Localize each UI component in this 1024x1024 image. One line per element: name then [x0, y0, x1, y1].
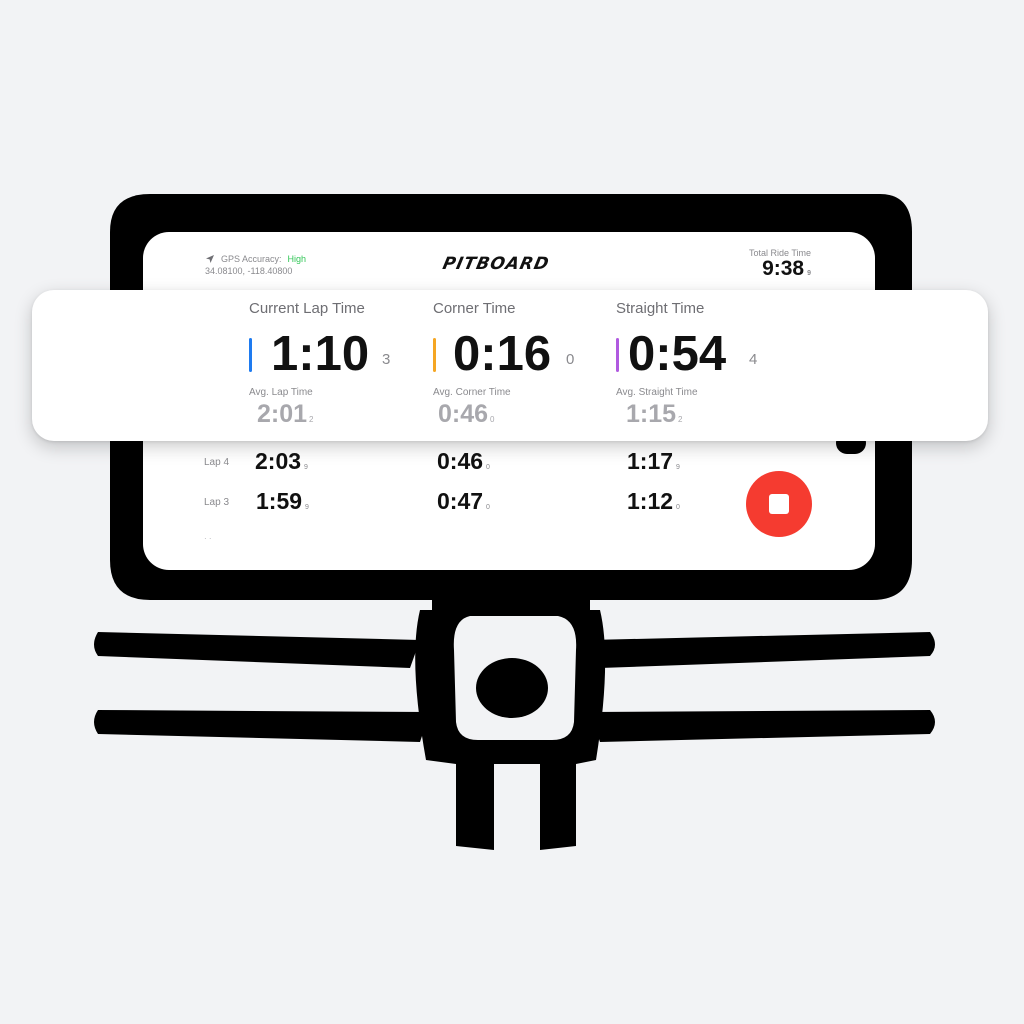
metric-value: 0:16: [453, 327, 552, 381]
upper-handlebar: [94, 632, 420, 668]
straight-time: 1:12 0: [627, 488, 680, 514]
lap-accent-bar: [249, 338, 252, 372]
avg-value: 1:15 2: [626, 400, 683, 428]
corner-accent-bar: [433, 338, 436, 372]
gps-accuracy-label: GPS Accuracy:: [221, 254, 282, 264]
avg-value: 2:01 2: [257, 400, 314, 428]
metric-title: Current Lap Time: [249, 300, 365, 317]
metric-value: 1:10: [271, 327, 370, 381]
gps-accuracy-value: High: [287, 254, 307, 264]
stop-icon: [769, 494, 789, 514]
more-laps-indicator: · ·: [204, 534, 212, 543]
metric-count: 3: [382, 351, 391, 368]
avg-label: Avg. Corner Time: [433, 387, 511, 398]
avg-label: Avg. Straight Time: [616, 387, 698, 398]
current-lap-metric: Current Lap Time 1:10 3 Avg. Lap Time 2:…: [249, 300, 429, 429]
metric-count: 4: [749, 351, 758, 368]
lap-time: 1:59 9: [256, 488, 309, 514]
gps-coordinates: 34.08100, -118.40800: [205, 266, 293, 276]
avg-value: 0:46 0: [438, 400, 495, 428]
current-lap-card: Current Lap Time 1:10 3 Avg. Lap Time 2:…: [32, 290, 988, 441]
pitboard-logo: PITBOARD: [440, 254, 552, 274]
metric-title: Corner Time: [433, 300, 516, 317]
lap-time: 2:03 9: [255, 448, 308, 474]
straight-time: 1:17 9: [627, 448, 680, 474]
metric-title: Straight Time: [616, 300, 705, 317]
straight-time-metric: Straight Time 0:54 4 Avg. Straight Time …: [616, 300, 796, 429]
avg-label: Avg. Lap Time: [249, 387, 313, 398]
bolt: [476, 658, 548, 718]
corner-time: 0:46 0: [437, 448, 490, 474]
lap-label: Lap 4: [204, 457, 230, 468]
total-ride-time: Total Ride Time 9:38 9: [749, 248, 811, 281]
metric-value: 0:54: [628, 327, 727, 381]
straight-accent-bar: [616, 338, 619, 372]
corner-time: 0:47 0: [437, 488, 490, 514]
metric-count: 0: [566, 351, 575, 368]
gps-status: GPS Accuracy: High 34.08100, -118.40800: [205, 254, 306, 276]
ride-time-value: 9:38 9: [762, 257, 811, 280]
lap-label: Lap 3: [204, 497, 230, 508]
location-arrow-icon: [206, 255, 214, 263]
stop-button[interactable]: [746, 471, 812, 537]
corner-time-metric: Corner Time 0:16 0 Avg. Corner Time 0:46…: [433, 300, 613, 429]
lower-handlebar: [94, 710, 430, 742]
